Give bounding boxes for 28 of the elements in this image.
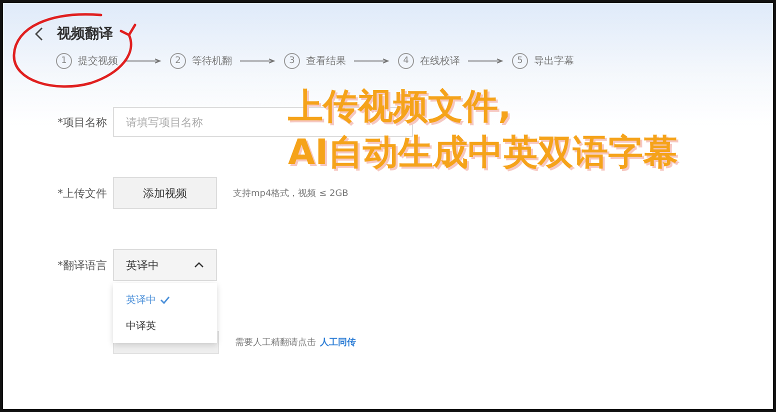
- arrow-icon: [240, 58, 276, 64]
- dropdown-option[interactable]: 中译英: [113, 313, 217, 339]
- arrow-icon: [468, 58, 504, 64]
- language-dropdown[interactable]: 英译中: [113, 249, 217, 281]
- step-label: 查看结果: [306, 54, 346, 68]
- page-title: 视频翻译: [57, 25, 113, 43]
- caret-icon: [194, 262, 204, 268]
- step-label: 提交视频: [78, 54, 118, 68]
- upload-hint: 支持mp4格式，视频 ≤ 2GB: [233, 188, 348, 200]
- arrow-icon: [354, 58, 390, 64]
- field-label: *上传文件: [56, 186, 108, 200]
- step-label: 在线校译: [420, 54, 460, 68]
- step-number: 3: [284, 53, 300, 69]
- step-number: 2: [170, 53, 186, 69]
- step-number: 5: [512, 53, 528, 69]
- step-label: 等待机翻: [192, 54, 232, 68]
- step-number: 1: [56, 53, 72, 69]
- check-icon: [160, 296, 170, 304]
- step-label: 导出字幕: [534, 54, 574, 68]
- manual-hint: 需要人工精翻请点击 人工同传: [235, 336, 356, 349]
- field-label: *项目名称: [56, 114, 108, 130]
- step-number: 4: [398, 53, 414, 69]
- arrow-icon: [126, 58, 162, 64]
- add-video-button[interactable]: 添加视频: [113, 177, 217, 209]
- manual-link[interactable]: 人工同传: [320, 338, 356, 348]
- back-icon[interactable]: [35, 27, 43, 41]
- dropdown-option[interactable]: 英译中: [113, 287, 217, 313]
- field-label: *翻译语言: [56, 258, 108, 272]
